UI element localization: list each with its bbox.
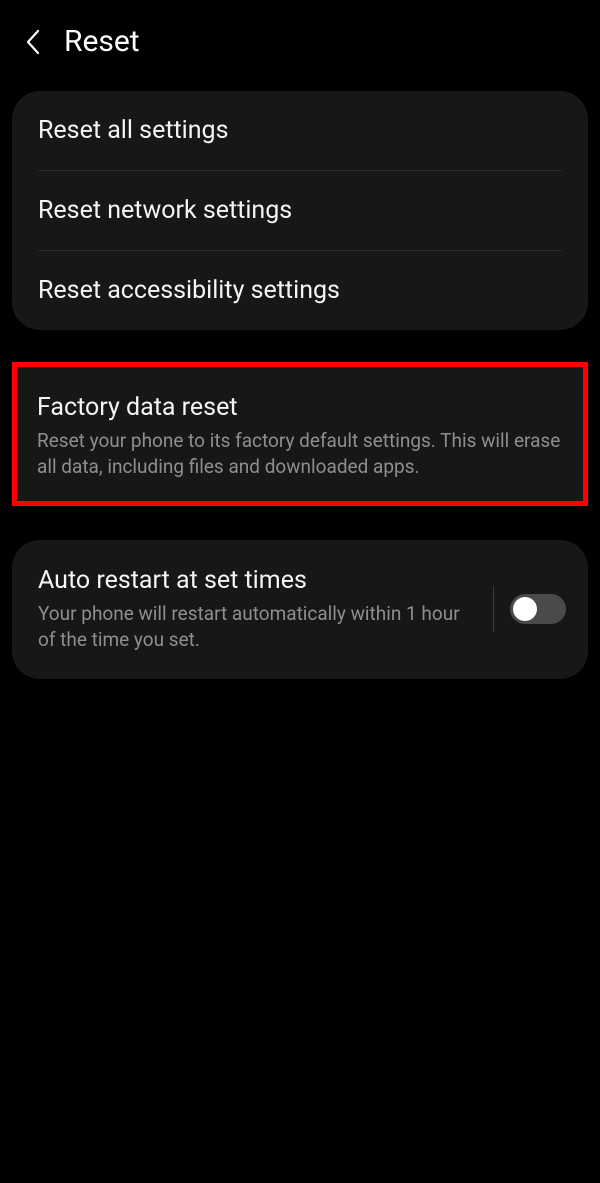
- factory-data-reset[interactable]: Factory data reset Reset your phone to i…: [12, 362, 588, 506]
- reset-network-settings[interactable]: Reset network settings: [12, 171, 588, 250]
- page-title: Reset: [64, 24, 140, 59]
- factory-reset-title: Factory data reset: [37, 393, 563, 422]
- auto-restart-item[interactable]: Auto restart at set times Your phone wil…: [12, 540, 588, 678]
- factory-reset-desc: Reset your phone to its factory default …: [37, 428, 563, 479]
- header: Reset: [0, 0, 600, 79]
- auto-restart-text: Auto restart at set times Your phone wil…: [38, 566, 477, 652]
- reset-all-settings[interactable]: Reset all settings: [12, 91, 588, 170]
- reset-accessibility-settings[interactable]: Reset accessibility settings: [12, 251, 588, 330]
- list-item-label: Reset accessibility settings: [38, 276, 562, 305]
- auto-restart-title: Auto restart at set times: [38, 566, 477, 595]
- auto-restart-toggle[interactable]: [510, 594, 566, 624]
- auto-restart-desc: Your phone will restart automatically wi…: [38, 601, 477, 652]
- list-item-label: Reset network settings: [38, 196, 562, 225]
- back-icon[interactable]: [24, 28, 42, 56]
- toggle-knob: [513, 597, 537, 621]
- separator: [493, 586, 494, 632]
- list-item-label: Reset all settings: [38, 116, 562, 145]
- reset-options-card: Reset all settings Reset network setting…: [12, 91, 588, 330]
